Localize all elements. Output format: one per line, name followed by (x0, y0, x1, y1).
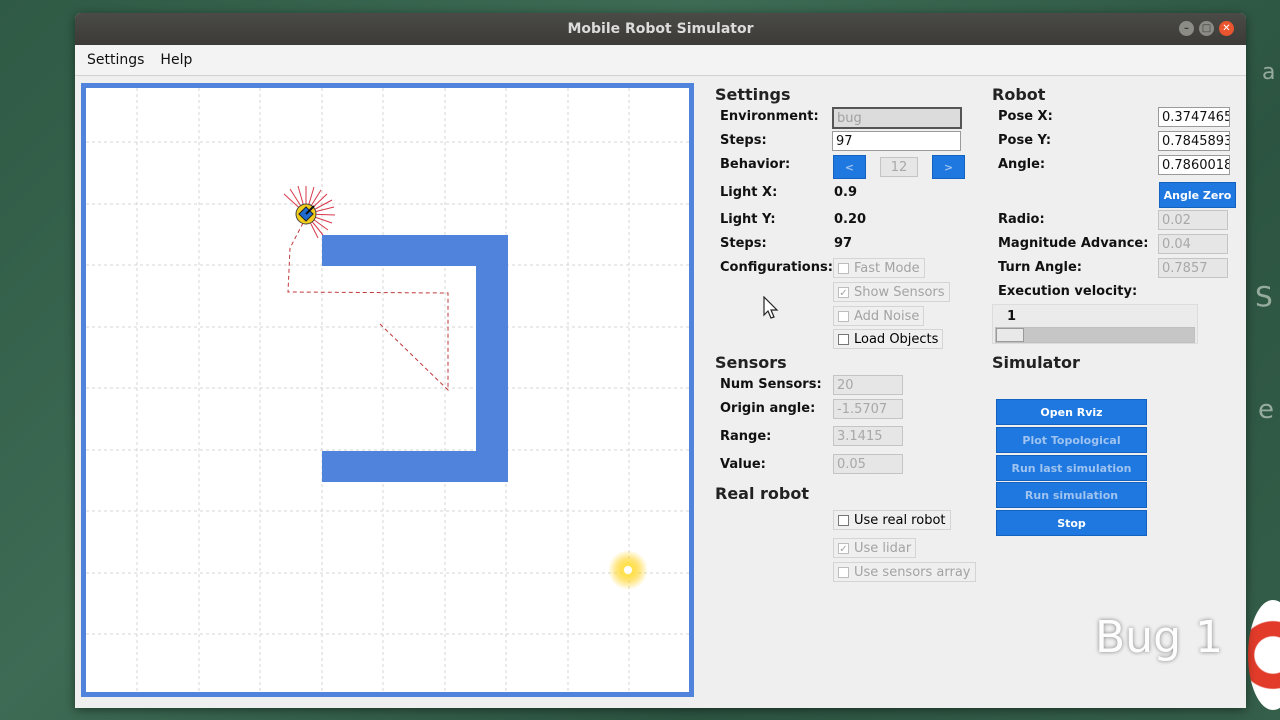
robot-icon (295, 203, 317, 225)
light-source-icon (608, 550, 648, 590)
origin-angle-field: -1.5707 (833, 399, 903, 419)
title-bar: Mobile Robot Simulator – □ ✕ (75, 13, 1246, 45)
checkbox-icon (838, 514, 849, 526)
velocity-value: 1 (1007, 309, 1017, 324)
pose-x-label: Pose X: (998, 109, 1053, 124)
light-x-value: 0.9 (834, 185, 858, 200)
num-sensors-field: 20 (833, 375, 903, 395)
origin-angle-label: Origin angle: (720, 401, 816, 416)
use-real-robot-checkbox[interactable]: Use real robot (833, 510, 951, 530)
app-window: Mobile Robot Simulator – □ ✕ Settings He… (75, 13, 1246, 708)
fast-mode-checkbox[interactable]: Fast Mode (833, 258, 925, 278)
environment-map (86, 88, 689, 692)
fast-mode-label: Fast Mode (854, 260, 920, 276)
add-noise-checkbox[interactable]: Add Noise (833, 306, 925, 326)
checkbox-icon (838, 566, 849, 578)
configurations-label: Configurations: (720, 260, 833, 275)
load-objects-label: Load Objects (854, 331, 939, 347)
add-noise-label: Add Noise (854, 308, 920, 324)
turn-angle-label: Turn Angle: (998, 260, 1082, 275)
execution-velocity-label: Execution velocity: (998, 284, 1138, 299)
chalk-letter-e: e (1258, 395, 1274, 425)
range-field: 3.1415 (833, 426, 903, 446)
light-y-label: Light Y: (720, 212, 776, 227)
value-field: 0.05 (833, 454, 903, 474)
show-sensors-checkbox[interactable]: ✓ Show Sensors (833, 282, 950, 302)
angle-label: Angle: (998, 157, 1046, 172)
open-rviz-button[interactable]: Open Rviz (996, 399, 1147, 425)
checkbox-icon (838, 333, 849, 345)
sensors-heading: Sensors (715, 353, 787, 372)
simulator-heading: Simulator (992, 353, 1080, 372)
turn-angle-field: 0.7857 (1158, 258, 1228, 278)
pose-x-field[interactable]: 0.3747465 (1158, 107, 1230, 127)
velocity-slider-handle[interactable] (996, 328, 1024, 342)
run-simulation-button[interactable]: Run simulation (996, 482, 1147, 508)
pose-y-label: Pose Y: (998, 133, 1052, 148)
magnitude-advance-field: 0.04 (1158, 234, 1228, 254)
checkbox-icon (838, 262, 849, 274)
angle-field[interactable]: 0.7860018 (1158, 155, 1230, 175)
menu-help[interactable]: Help (152, 52, 200, 68)
menu-settings[interactable]: Settings (79, 52, 152, 68)
behavior-field: 12 (880, 157, 918, 177)
video-overlay-label: Bug 1 (1095, 612, 1223, 663)
load-objects-checkbox[interactable]: Load Objects (833, 329, 944, 349)
light-x-label: Light X: (720, 185, 778, 200)
range-label: Range: (720, 429, 772, 444)
num-sensors-label: Num Sensors: (720, 377, 822, 392)
decorative-ball (1248, 600, 1280, 710)
menu-bar: Settings Help (75, 45, 1246, 76)
real-robot-heading: Real robot (715, 484, 809, 503)
use-sensors-array-checkbox[interactable]: Use sensors array (833, 562, 976, 582)
angle-zero-button[interactable]: Angle Zero (1159, 182, 1236, 208)
settings-heading: Settings (715, 85, 791, 104)
steps2-label: Steps: (720, 236, 767, 251)
grid (86, 88, 689, 692)
magnitude-advance-label: Magnitude Advance: (998, 236, 1149, 251)
pose-y-field[interactable]: 0.7845893 (1158, 131, 1230, 151)
steps2-value: 97 (834, 236, 853, 251)
show-sensors-label: Show Sensors (854, 284, 945, 300)
radio-field: 0.02 (1158, 210, 1228, 230)
simulation-canvas[interactable] (81, 83, 694, 697)
environment-label: Environment: (720, 109, 819, 124)
steps-input[interactable]: 97 (832, 131, 961, 151)
stop-button[interactable]: Stop (996, 510, 1147, 536)
checkmark-icon: ✓ (838, 542, 849, 555)
behavior-next-button[interactable]: > (932, 155, 965, 179)
use-lidar-label: Use lidar (854, 540, 912, 556)
checkmark-icon: ✓ (838, 286, 849, 299)
minimize-icon[interactable]: – (1179, 21, 1194, 36)
checkbox-icon (838, 310, 849, 322)
chalk-letter-s: S (1255, 280, 1273, 313)
use-lidar-checkbox[interactable]: ✓ Use lidar (833, 538, 917, 558)
robot-heading: Robot (992, 85, 1046, 104)
steps-label: Steps: (720, 133, 767, 148)
light-y-value: 0.20 (834, 212, 867, 227)
window-title: Mobile Robot Simulator (567, 21, 754, 37)
use-real-robot-label: Use real robot (854, 512, 946, 528)
radio-label: Radio: (998, 212, 1045, 227)
chalk-letter-a: a (1262, 60, 1276, 85)
behavior-label: Behavior: (720, 157, 791, 172)
plot-topological-button[interactable]: Plot Topological (996, 427, 1147, 453)
maximize-icon[interactable]: □ (1199, 21, 1214, 36)
value-label: Value: (720, 457, 766, 472)
mouse-cursor-icon (763, 296, 779, 319)
close-icon[interactable]: ✕ (1219, 21, 1234, 36)
use-sensors-array-label: Use sensors array (854, 564, 971, 580)
velocity-slider-track[interactable] (995, 327, 1195, 343)
behavior-prev-button[interactable]: < (833, 155, 866, 179)
run-last-simulation-button[interactable]: Run last simulation (996, 455, 1147, 481)
environment-field: bug (832, 107, 962, 129)
velocity-slider-container: 1 (992, 304, 1198, 344)
